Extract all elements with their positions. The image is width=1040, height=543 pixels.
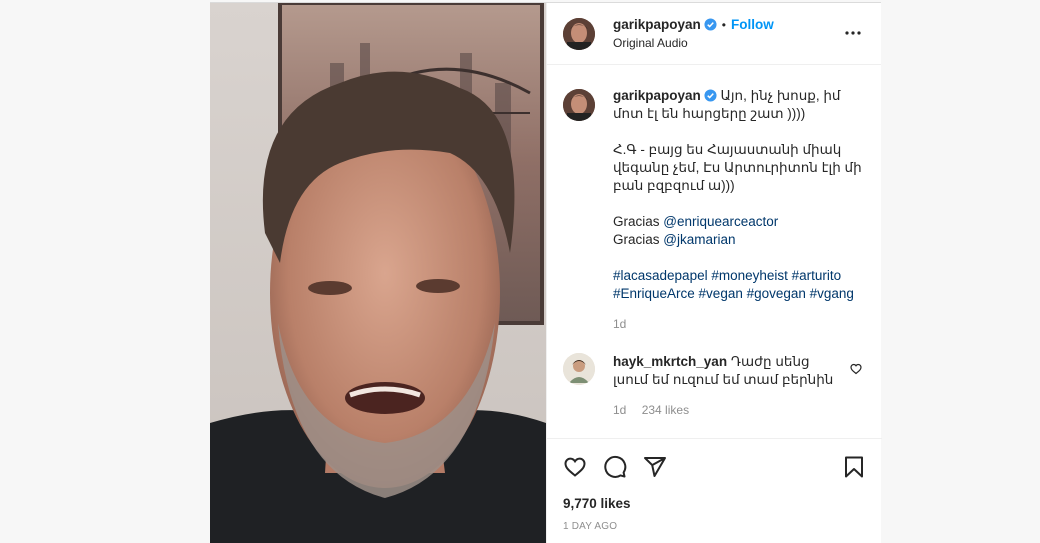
caption-meta: 1d <box>613 315 866 333</box>
author-username[interactable]: garikpapoyan <box>613 17 701 32</box>
post-actions: 9,770 likes 1 DAY AGO <box>547 438 882 532</box>
post-timestamp[interactable]: 1 DAY AGO <box>563 521 866 532</box>
caption-username[interactable]: garikpapoyan <box>613 88 701 103</box>
mention-jkamarian[interactable]: @jkamarian <box>663 232 735 247</box>
gracias-prefix-2: Gracias <box>613 232 664 247</box>
author-avatar[interactable] <box>563 17 595 50</box>
commenter-username[interactable]: hayk_mkrtch_yan <box>613 354 727 369</box>
heart-icon[interactable] <box>563 455 587 479</box>
comment-item: hayk_mkrtch_yan Դաժը սենց լսում եմ ուզու… <box>563 353 866 419</box>
post-side-panel: garikpapoyan • Follow Original Audio garik… <box>546 3 882 543</box>
caption-author-avatar[interactable] <box>563 89 595 121</box>
bookmark-icon[interactable] <box>842 455 866 479</box>
caption-time[interactable]: 1d <box>613 317 626 331</box>
separator-dot: • <box>721 17 726 32</box>
share-icon[interactable] <box>643 455 667 479</box>
video-frame-image <box>210 3 546 543</box>
hashtags-line1[interactable]: #lacasadepapel #moneyheist #arturito <box>613 268 841 283</box>
caption-text-line2: Հ.Գ - բայց ես Հայաստանի միակ վեգանը չեմ,… <box>613 142 862 193</box>
verified-badge-icon <box>704 17 717 31</box>
post-likes-count[interactable]: 9,770 likes <box>563 496 866 511</box>
post-header: garikpapoyan • Follow Original Audio <box>547 3 881 65</box>
post-modal: garikpapoyan • Follow Original Audio garik… <box>210 2 882 543</box>
more-options-icon[interactable] <box>843 23 863 43</box>
hashtags-line2[interactable]: #EnriqueArce #vegan #govegan #vgang <box>613 286 854 301</box>
audio-label[interactable]: Original Audio <box>613 34 774 52</box>
post-caption: garikpapoyan Այո, ինչ խոսք, իմ մոտ էլ են… <box>563 87 866 333</box>
gracias-prefix-1: Gracias <box>613 214 664 229</box>
caption-body: garikpapoyan Այո, ինչ խոսք, իմ մոտ էլ են… <box>613 87 866 333</box>
comment-body: hayk_mkrtch_yan Դաժը սենց լսում եմ ուզու… <box>613 353 838 419</box>
follow-button[interactable]: Follow <box>731 17 774 32</box>
post-header-text: garikpapoyan • Follow Original Audio <box>613 16 774 52</box>
comment-meta: 1d 234 likes <box>613 401 838 419</box>
post-video[interactable] <box>210 3 546 543</box>
verified-badge-icon <box>704 89 717 102</box>
action-icons-row <box>563 453 866 481</box>
comments-section: garikpapoyan Այո, ինչ խոսք, իմ մոտ էլ են… <box>547 65 882 438</box>
comment-likes[interactable]: 234 likes <box>642 403 689 417</box>
comment-like-heart-icon[interactable] <box>850 363 862 375</box>
comment-icon[interactable] <box>603 455 627 479</box>
mention-enriquearceactor[interactable]: @enriquearceactor <box>663 214 778 229</box>
comment-time[interactable]: 1d <box>613 403 626 417</box>
commenter-avatar[interactable] <box>563 353 595 385</box>
